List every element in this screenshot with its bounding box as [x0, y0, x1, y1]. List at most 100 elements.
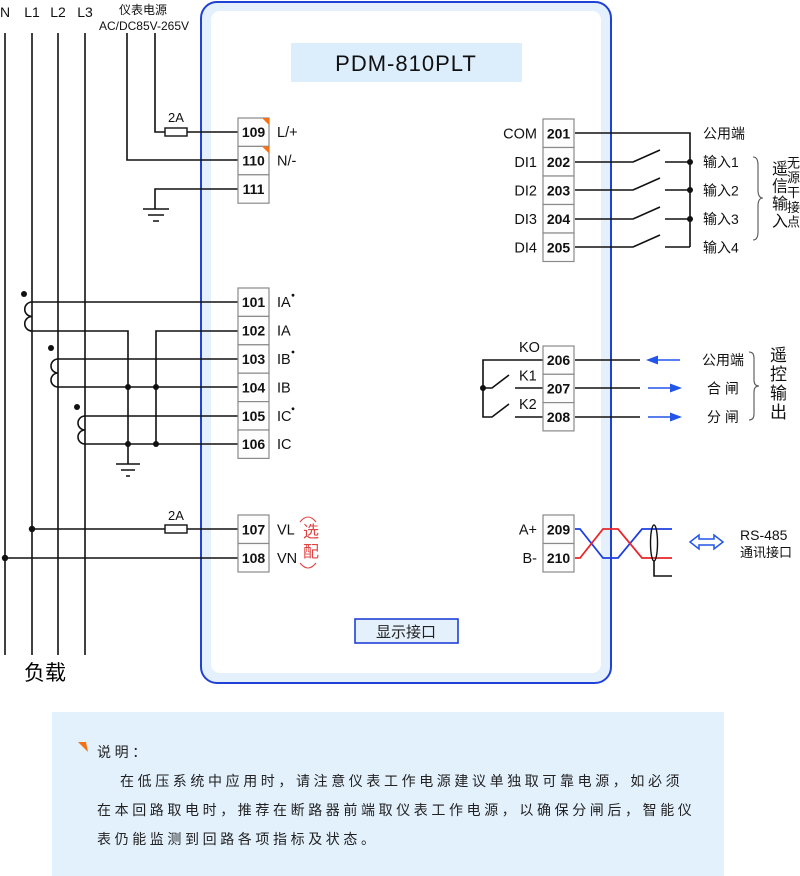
ct-a-polarity-dot — [21, 291, 27, 297]
note-line-3: 表仍能监测到回路各项指标及状态。 — [97, 831, 379, 847]
terminal-label: IA — [277, 324, 291, 340]
note-heading: 说明： — [97, 744, 150, 760]
terminal-label: VL — [277, 522, 295, 538]
wiring-diagram: PDM-810PLT 显示接口 N L1 L2 L3 负载 仪表电源 AC/DC… — [0, 1, 792, 685]
shield-icon — [649, 524, 659, 562]
voltage-optional-note: 选配 — [300, 523, 317, 563]
ct-c-polarity-dot — [74, 404, 80, 410]
rs485-subtitle: 通讯接口 — [740, 545, 792, 560]
power-live-wire — [154, 33, 165, 133]
junction-dot — [1, 554, 9, 562]
terminal-number: 209 — [547, 521, 571, 537]
polarity-mark-icon — [291, 407, 295, 411]
mains-label-n: N — [0, 4, 10, 20]
terminal-label: IC — [277, 437, 292, 453]
terminal-label: L/+ — [277, 125, 298, 141]
note-line-2: 在本回路取电时，推荐在断路器前端取仪表工作电源，以确保分闸后，智能仪 — [97, 802, 696, 818]
polarity-mark-icon — [291, 293, 295, 297]
arrow-right-icon — [648, 383, 682, 393]
terminal-number: 104 — [242, 379, 266, 395]
power-supply-range: AC/DC85V-265V — [99, 19, 189, 33]
ct-b-coil-icon — [50, 358, 59, 388]
terminal-label: IB — [277, 380, 291, 396]
terminal-number: 210 — [547, 550, 571, 566]
ct-a-coil-icon — [24, 301, 33, 332]
note-panel: 说明： 在低压系统中应用时，请注意仪表工作电源建议单独取可靠电源，如必须 在本回… — [52, 712, 724, 876]
terminal-label: DI1 — [514, 155, 537, 171]
di-group-brace — [752, 156, 764, 241]
terminal-description: 公用端 — [703, 125, 745, 141]
voltage-fuse-rating: 2A — [168, 508, 184, 523]
terminal-label: K1 — [519, 368, 537, 384]
terminal-number: 110 — [242, 153, 265, 169]
shield-drain-wire — [653, 561, 672, 577]
terminal-number: 207 — [547, 380, 571, 396]
polarity-mark-icon — [291, 350, 295, 354]
junction-dot — [687, 187, 693, 193]
terminal-number: 205 — [547, 239, 571, 255]
mains-label-l2: L2 — [50, 4, 66, 20]
terminal-description: 公用端 — [702, 352, 744, 368]
terminal-description: 输入4 — [703, 239, 739, 255]
terminal-description: 分 闸 — [707, 409, 739, 425]
ct-b-polarity-dot — [48, 345, 54, 351]
junction-dot — [153, 441, 159, 447]
arrow-left-icon — [646, 355, 680, 365]
terminal-label: VN — [277, 551, 297, 567]
mains-label-l3: L3 — [77, 4, 93, 20]
terminal-number: 101 — [242, 294, 266, 310]
terminal-number: 105 — [242, 408, 266, 424]
terminal-description: 输入3 — [703, 211, 739, 227]
di-group-subtitle: 无源干接点 — [785, 156, 800, 230]
junction-dot — [687, 216, 693, 222]
terminal-number: 208 — [547, 409, 571, 425]
terminal-description: 合 闸 — [707, 380, 739, 396]
double-arrow-icon — [688, 533, 725, 551]
junction-dot — [28, 525, 36, 533]
terminal-number: 203 — [547, 182, 571, 198]
terminal-label: N/- — [277, 154, 297, 170]
mains-lines: N L1 L2 L3 负载 — [0, 4, 93, 685]
junction-dot — [125, 441, 131, 447]
arrow-right-icon — [648, 412, 682, 422]
power-supply-title: 仪表电源 — [119, 3, 167, 17]
terminal-label: DI3 — [514, 212, 537, 228]
terminal-number: 202 — [547, 154, 571, 170]
terminal-label: IC — [277, 409, 292, 425]
terminal-label: IB — [277, 352, 291, 368]
junction-dot — [125, 384, 131, 390]
terminal-label: KO — [519, 340, 540, 356]
terminal-description: 输入1 — [703, 154, 739, 170]
note-line-1: 在低压系统中应用时，请注意仪表工作电源建议单独取可靠电源，如必须 — [120, 773, 684, 789]
terminal-label: COM — [503, 126, 537, 142]
terminal-label: K2 — [519, 397, 537, 413]
terminal-number: 204 — [547, 211, 571, 227]
ground-icon — [143, 208, 169, 222]
terminal-number: 201 — [547, 125, 571, 141]
di-group-title: 遥信输入 — [769, 160, 786, 230]
relay-group-title: 遥控输出 — [767, 346, 786, 422]
fuse-icon — [164, 127, 188, 137]
model-title: PDM-810PLT — [335, 51, 477, 76]
power-fuse-rating: 2A — [168, 110, 184, 125]
junction-dot — [687, 159, 693, 165]
ct-c-coil-icon — [77, 415, 86, 445]
rs485-title: RS-485 — [740, 527, 788, 543]
junction-dot — [153, 384, 159, 390]
terminal-number: 111 — [243, 181, 265, 197]
note-marker-icon — [78, 742, 88, 752]
terminal-label: A+ — [519, 522, 537, 538]
terminal-number: 108 — [242, 550, 266, 566]
ground-icon — [116, 463, 140, 477]
terminal-number: 107 — [242, 521, 266, 537]
terminal-label: B- — [523, 551, 538, 567]
display-port-label: 显示接口 — [376, 623, 436, 641]
terminal-label: DI4 — [514, 240, 537, 256]
terminal-label: DI2 — [514, 183, 537, 199]
terminal-111: 111 — [237, 174, 270, 204]
terminal-number: 103 — [242, 351, 266, 367]
junction-dot — [480, 385, 486, 391]
load-label: 负载 — [24, 662, 66, 685]
relay-group-brace — [748, 351, 760, 421]
mains-label-l1: L1 — [24, 4, 40, 20]
